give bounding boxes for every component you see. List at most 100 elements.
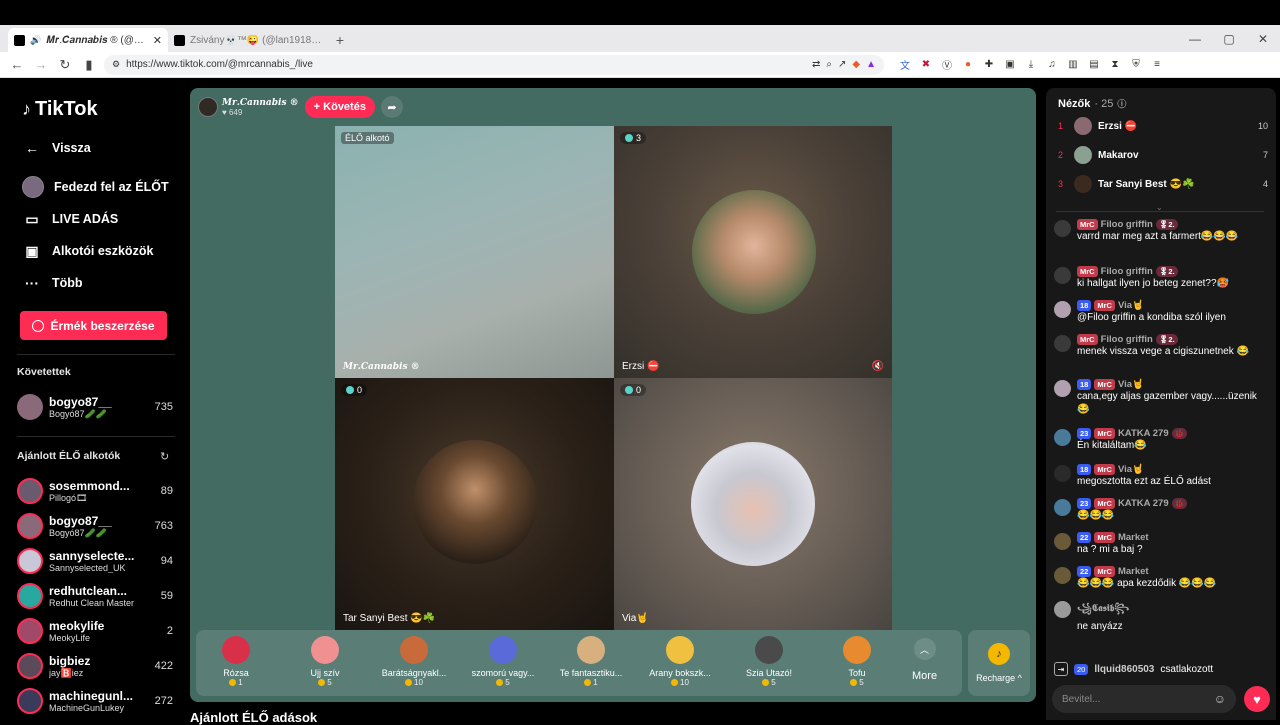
recommended-account[interactable]: sosemmond... Pillogó🎞 89 xyxy=(17,476,173,506)
chat-username[interactable]: KATKA 279 xyxy=(1118,428,1169,439)
gift-item[interactable]: Barátságnyakl... 10 xyxy=(374,636,454,687)
tiktok-logo[interactable]: ♪ TikTok xyxy=(22,98,98,121)
extension-x-icon[interactable]: ✖ xyxy=(919,58,933,72)
browser-nav-bar: ← → ↻ ▮ ⚙ https://www.tiktok.com/@mrcann… xyxy=(0,52,1280,78)
recommended-account[interactable]: bigbiez jay🅱️iez 422 xyxy=(17,651,173,681)
muted-mic-icon[interactable]: 🔇 xyxy=(872,361,884,372)
sidebar-icon[interactable]: ▥ xyxy=(1066,58,1080,72)
following-account[interactable]: bogyo87__ Bogyó87🥒🥒 735 xyxy=(17,392,173,422)
history-icon[interactable]: ⧗ xyxy=(1108,58,1122,72)
chat-username[interactable]: ꧁𝕮𝖆𝖘𝖎𝖇꧂ xyxy=(1077,600,1129,620)
chat-username[interactable]: Filoo griffin xyxy=(1101,334,1153,345)
chat-message[interactable]: 22 MrC Market na ? mi a baj ? xyxy=(1054,532,1266,556)
bookmark-icon[interactable]: ▮ xyxy=(80,56,98,74)
chat-username[interactable]: Via🤘 xyxy=(1118,379,1144,390)
video-cell-host[interactable]: ÉLŐ alkotó 𝑴𝒓.𝑪𝒂𝒏𝒏𝒂𝒃𝒊𝒔 ® xyxy=(335,126,614,378)
translate-icon[interactable]: ⇄ xyxy=(812,59,820,70)
share-button[interactable]: ➦ xyxy=(380,96,403,118)
gift-item[interactable]: Ujj szív 5 xyxy=(285,636,365,687)
top-viewer[interactable]: 2 Makarov 7 xyxy=(1058,145,1268,165)
chat-input[interactable]: Bevitel... ☺ xyxy=(1052,685,1236,713)
browser-tab-active[interactable]: 🔊 𝑴𝒓.𝑪𝒂𝒏𝒏𝒂𝒃𝒊𝒔 ® (@mrcan ✕ xyxy=(8,28,168,52)
video-cell-via[interactable]: 0 Via🤘 xyxy=(614,378,892,630)
chat-message[interactable]: 23 MrC KATKA 279 🐞 😂😂😂 xyxy=(1054,498,1266,522)
top-viewer[interactable]: 1 Erzsi ⛔ 10 xyxy=(1058,116,1268,136)
chat-message[interactable]: 23 MrC KATKA 279 🐞 Én kitaláltam😂 xyxy=(1054,428,1266,452)
video-cell-tar-sanyi[interactable]: 0 Tar Sanyi Best 😎☘️ xyxy=(335,378,614,630)
gift-item[interactable]: Tofu 5 xyxy=(817,636,897,687)
puzzle-icon[interactable]: ✚ xyxy=(982,58,996,72)
nav-live-broadcast[interactable]: ▭ LIVE ADÁS xyxy=(22,209,118,229)
gift-item[interactable]: Arany bokszk... 10 xyxy=(640,636,720,687)
tab-manager-icon[interactable]: ▣ xyxy=(1003,58,1017,72)
close-window-button[interactable]: ✕ xyxy=(1246,26,1280,52)
chat-message[interactable]: MrC Filoo griffin 🎖2. varrd mar meg azt a f… xyxy=(1054,219,1266,243)
chat-username[interactable]: Filoo griffin xyxy=(1101,219,1153,230)
chat-username[interactable]: Market xyxy=(1118,532,1149,543)
chat-username[interactable]: Market xyxy=(1118,566,1149,577)
close-tab-icon[interactable]: ✕ xyxy=(153,34,162,47)
share-icon[interactable]: ↗ xyxy=(838,59,846,70)
url-text[interactable]: https://www.tiktok.com/@mrcannabis_/live xyxy=(126,59,806,70)
gift-item[interactable]: Szia Utazó! 5 xyxy=(729,636,809,687)
gift-item[interactable]: Te fantasztiku... 1 xyxy=(551,636,631,687)
recommended-account[interactable]: redhutclean... Redhut Clean Master 59 xyxy=(17,581,173,611)
recommended-account[interactable]: bogyo87__ Bogyó87🥒🥒 763 xyxy=(17,511,173,541)
follow-button[interactable]: + Követés xyxy=(304,96,375,118)
back-icon[interactable]: ← xyxy=(8,56,26,74)
chat-username[interactable]: KATKA 279 xyxy=(1118,498,1169,509)
chat-message[interactable]: 18 MrC Via🤘 cana,egy aljas gazember vagy...… xyxy=(1054,379,1266,416)
nav-more[interactable]: ··· Több xyxy=(22,273,83,293)
extension-v-icon[interactable]: Ⓥ xyxy=(940,58,954,72)
emoji-icon[interactable]: ☺ xyxy=(1214,692,1226,706)
recommended-account[interactable]: machinegunl... MachineGunLukey 272 xyxy=(17,686,173,716)
chat-username[interactable]: Filoo griffin xyxy=(1101,266,1153,277)
get-coins-button[interactable]: Érmék beszerzése xyxy=(20,311,167,340)
chat-message[interactable]: 18 MrC Via🤘 @Filoo griffin a kondiba szól i… xyxy=(1054,300,1266,324)
join-username[interactable]: llquid860503 xyxy=(1094,664,1154,675)
chat-message[interactable]: MrC Filoo griffin 🎖2. ki hallgat ilyen jo b… xyxy=(1054,266,1266,290)
top-viewer[interactable]: 3 Tar Sanyi Best 😎☘️ 4 xyxy=(1058,174,1268,194)
host-info[interactable]: 𝑴𝒓.𝑪𝒂𝒏𝒏𝒂𝒃𝒊𝒔 ® ♥ 649 xyxy=(198,97,299,117)
nav-creator-tools[interactable]: ▣ Alkotói eszközök xyxy=(22,241,153,261)
download-icon[interactable]: ⤓ xyxy=(1024,58,1038,72)
address-bar[interactable]: ⚙ https://www.tiktok.com/@mrcannabis_/li… xyxy=(104,54,884,75)
gift-item[interactable]: szomorú vagy... 5 xyxy=(463,636,543,687)
recharge-label: Recharge ^ xyxy=(976,673,1022,683)
audio-icon[interactable]: 🔊 xyxy=(30,35,41,46)
recommended-account[interactable]: meokylife MeokyLife 2 xyxy=(17,616,173,646)
site-info-icon[interactable]: ⚙ xyxy=(112,59,120,70)
chat-message[interactable]: MrC Filoo griffin 🎖2. menek vissza vege a c… xyxy=(1054,334,1266,358)
coin-icon xyxy=(405,679,413,686)
wallet-icon[interactable]: ▤ xyxy=(1087,58,1101,72)
refresh-icon[interactable]: ↻ xyxy=(160,450,169,463)
chat-message[interactable]: ꧁𝕮𝖆𝖘𝖎𝖇꧂ ne anyázz xyxy=(1054,600,1266,633)
nav-back[interactable]: ← Vissza xyxy=(22,138,91,158)
chat-username[interactable]: Via🤘 xyxy=(1118,464,1144,475)
recommended-account[interactable]: sannyselecte... Sannyselected_UK 94 xyxy=(17,546,173,576)
vpn-icon[interactable]: ⛨ xyxy=(1129,58,1143,72)
zoom-icon[interactable]: ⌕ xyxy=(826,59,832,70)
maximize-button[interactable]: ▢ xyxy=(1212,26,1246,52)
info-icon[interactable]: ⓘ xyxy=(1117,97,1126,110)
rewards-icon[interactable]: ▲ xyxy=(866,59,876,70)
brave-shield-icon[interactable]: ◆ xyxy=(852,59,860,70)
video-cell-erzsi[interactable]: 3 Erzsi ⛔ 🔇 xyxy=(614,126,892,378)
like-heart-button[interactable]: ♥ xyxy=(1244,686,1270,712)
extension-color-icon[interactable]: ● xyxy=(961,58,975,72)
reload-icon[interactable]: ↻ xyxy=(56,56,74,74)
recharge-button[interactable]: ♪ Recharge ^ xyxy=(968,630,1030,696)
translate-ext-icon[interactable]: 文 xyxy=(898,58,912,72)
menu-icon[interactable]: ≡ xyxy=(1150,58,1164,72)
gift-item[interactable]: Rózsa 1 xyxy=(196,636,276,687)
chat-username[interactable]: Via🤘 xyxy=(1118,300,1144,311)
new-tab-button[interactable]: + xyxy=(328,28,352,52)
forward-icon[interactable]: → xyxy=(32,56,50,74)
nav-explore-live[interactable]: Fedezd fel az ÉLŐT xyxy=(22,176,169,198)
more-gifts-button[interactable]: ︿ More xyxy=(912,638,937,682)
chat-message[interactable]: 18 MrC Via🤘 megosztotta ezt az ÉLŐ adást xyxy=(1054,464,1266,488)
minimize-button[interactable]: — xyxy=(1178,26,1212,52)
chat-message[interactable]: 22 MrC Market 😂😂😂 apa kezdődik 😂😂😂 xyxy=(1054,566,1266,590)
browser-tab[interactable]: Zsivány💀™😜 (@lan1918) ÉLŐ adás xyxy=(168,28,328,52)
music-icon[interactable]: ♫ xyxy=(1045,58,1059,72)
